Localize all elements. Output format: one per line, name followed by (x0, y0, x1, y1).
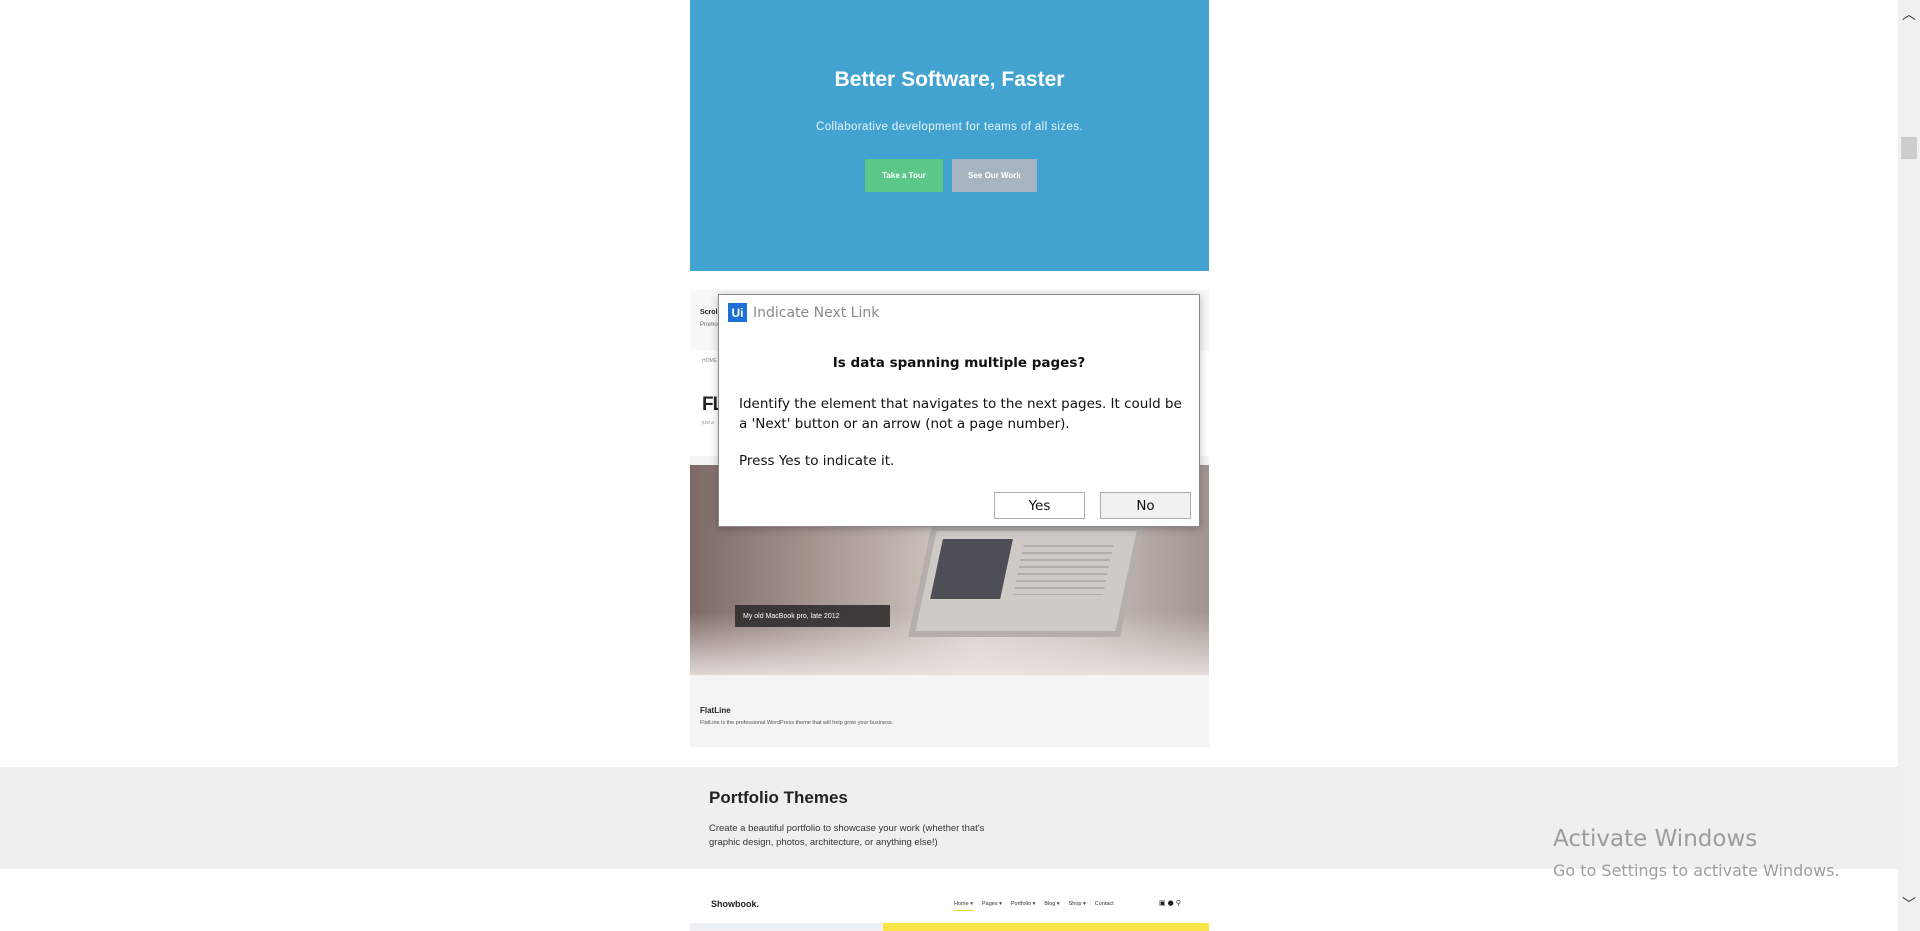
card-partial-subtitle: Promo (700, 322, 718, 328)
showbook-nav-contact: Contact (1094, 901, 1114, 907)
scrollbar-thumb[interactable] (1901, 137, 1917, 159)
chevron-up-icon[interactable]: ︿ (1902, 8, 1916, 22)
showbook-nav-portfolio: Portfolio ▾ (1010, 901, 1036, 907)
yes-button[interactable]: Yes (994, 492, 1085, 519)
indicate-next-link-dialog: Ui Indicate Next Link Is data spanning m… (718, 294, 1200, 527)
showbook-nav-blog: Blog ▾ (1044, 901, 1060, 907)
photo-caption: My old MacBook pro, late 2012 (735, 605, 890, 627)
uipath-logo-icon: Ui (728, 303, 747, 322)
card-title[interactable]: FlatLine (700, 706, 731, 715)
showbook-theme-preview[interactable]: Showbook. Home ▾ Pages ▾ Portfolio ▾ Blo… (690, 890, 1209, 931)
dialog-instruction: Press Yes to indicate it. (739, 453, 895, 469)
portfolio-description: Create a beautiful portfolio to showcase… (709, 823, 985, 848)
activate-windows-heading: Activate Windows (1553, 826, 1758, 852)
hero-title: Better Software, Faster (834, 68, 1065, 91)
user-icon: ● (1167, 899, 1176, 907)
showbook-hero-left (690, 923, 883, 931)
showbook-nav: Home ▾ Pages ▾ Portfolio ▾ Blog ▾ Shop ▾… (954, 901, 1114, 911)
cart-icon: ▣ (1159, 899, 1168, 907)
see-our-work-button[interactable]: See Our Work (952, 159, 1037, 192)
card-preview-tagline: just a (702, 420, 714, 426)
card-nav-home: HOME (702, 358, 717, 364)
showbook-icons: ▣●⚲ (1159, 899, 1183, 907)
vertical-scrollbar[interactable]: ︿ ﹀ (1898, 0, 1920, 931)
laptop-image (908, 525, 1144, 637)
activate-windows-subtext: Go to Settings to activate Windows. (1553, 861, 1840, 880)
take-a-tour-button[interactable]: Take a Tour (865, 159, 943, 192)
card-description: FlatLine is the professional WordPress t… (700, 720, 894, 726)
showbook-nav-pages: Pages ▾ (981, 901, 1002, 907)
showbook-hero-right (883, 923, 1209, 931)
hero-subtitle: Collaborative development for teams of a… (816, 121, 1083, 133)
portfolio-title: Portfolio Themes (709, 788, 848, 807)
portfolio-section: Portfolio Themes Create a beautiful port… (0, 767, 1898, 869)
card-partial-title: Scrol (700, 309, 718, 316)
chevron-down-icon[interactable]: ﹀ (1902, 898, 1916, 912)
hero-section: Better Software, Faster Collaborative de… (690, 0, 1209, 271)
showbook-nav-home: Home ▾ (954, 901, 973, 911)
showbook-nav-shop: Shop ▾ (1068, 901, 1086, 907)
dialog-body: Identify the element that navigates to t… (739, 396, 1182, 432)
no-button[interactable]: No (1100, 492, 1191, 519)
dialog-heading: Is data spanning multiple pages? (832, 355, 1086, 371)
showbook-logo: Showbook. (711, 899, 759, 909)
dialog-title: Indicate Next Link (753, 305, 880, 321)
search-icon: ⚲ (1175, 899, 1183, 907)
